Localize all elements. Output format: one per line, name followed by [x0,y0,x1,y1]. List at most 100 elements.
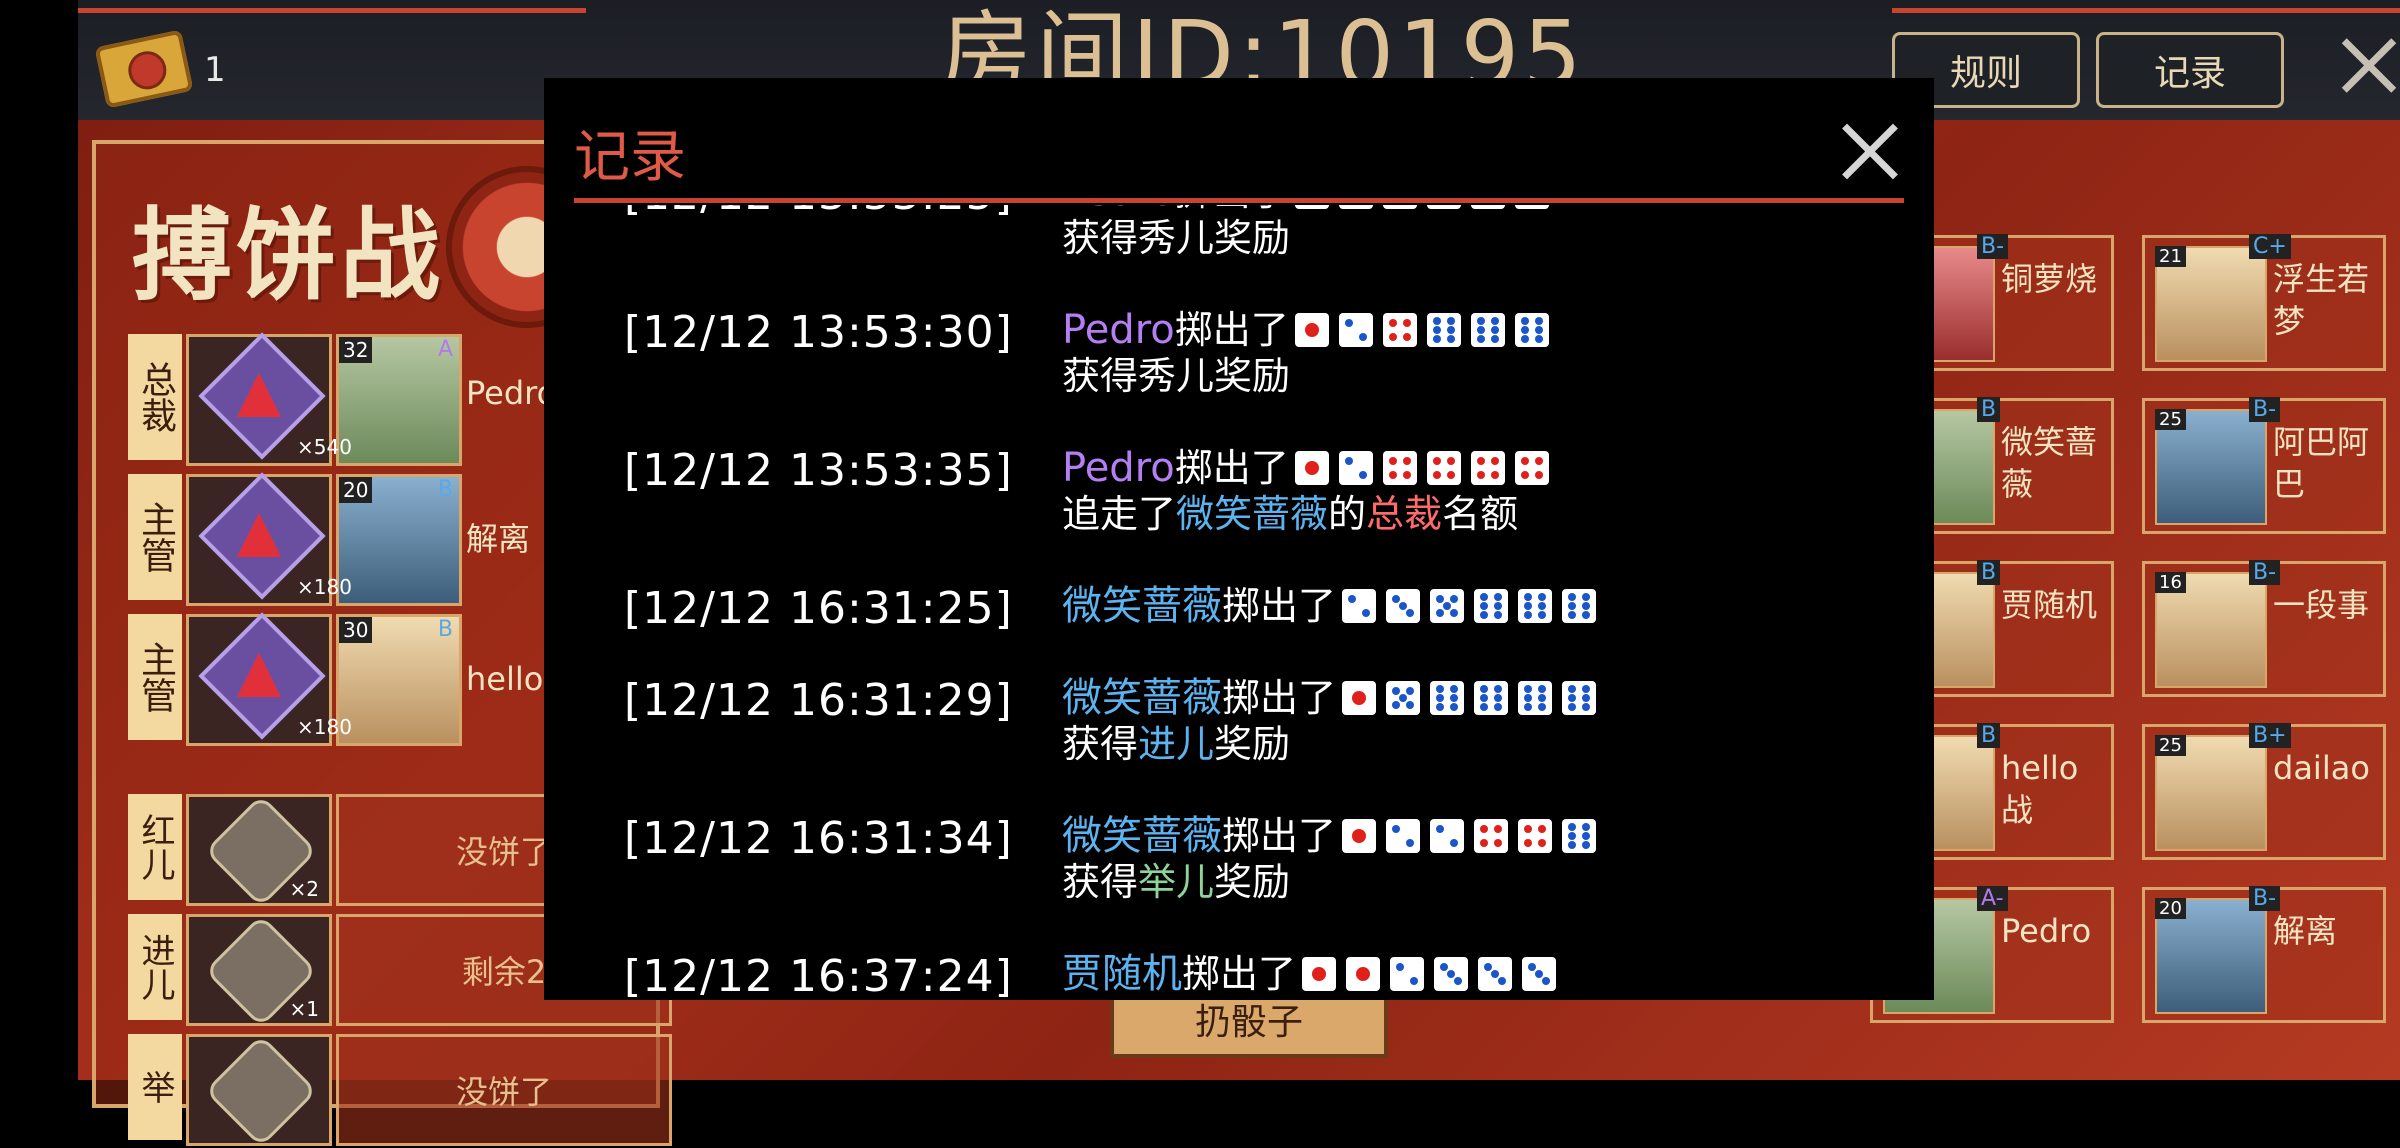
record-result-text: 获得 [1062,722,1139,766]
grade-badge: B [1977,723,2001,748]
record-roll-line: 微笑蔷薇 掷出了 [1062,583,1934,629]
record-list[interactable]: [12/12 13:53:25]Pedro掷出了获得秀儿奖励[12/12 13:… [544,205,1934,1000]
die-face-5 [1430,589,1465,623]
record-result-text: 举儿 [1138,860,1215,904]
record-time: [12/12 16:31:29] [624,675,1013,726]
grade-badge: B- [2249,397,2281,422]
grade-badge: B [437,617,453,642]
player-name: Pedro [2001,912,2092,950]
record-verb: 掷出了 [1174,446,1289,490]
dice-result [1294,451,1549,485]
dice-result [1342,681,1597,715]
die-face-1 [1294,451,1329,485]
die-face-5 [1386,681,1421,715]
die-face-1 [1346,957,1381,991]
die-face-4 [1518,819,1553,853]
gem-icon: ×180 [186,474,352,606]
record-result-text: 获得 [1062,860,1139,904]
die-face-1 [1338,205,1373,209]
level-badge: 25 [2155,409,2186,430]
record-result-text: 总裁 [1366,492,1443,536]
grade-badge: A- [1977,886,2008,911]
record-roll-line: Pedro掷出了 [1062,445,1934,491]
prize-icon [186,1034,332,1148]
record-result-line: 获得秀儿奖励 [1062,353,1934,399]
record-list-content: [12/12 13:53:25]Pedro掷出了获得秀儿奖励[12/12 13:… [544,205,1934,1000]
gem-count: ×180 [297,715,352,739]
record-result-text: 秀儿 [1138,354,1215,398]
die-face-6 [1562,681,1597,715]
player-name: 解离 [2273,912,2338,950]
die-face-1 [1342,681,1377,715]
die-face-4 [1470,451,1505,485]
prize-label: 进儿 [128,914,182,1020]
dice-result [1342,819,1597,853]
record-result-text: 的 [1328,492,1367,536]
record-entry: [12/12 13:53:25] Pedro掷出了获得秀儿奖励 [544,205,1934,261]
die-face-4 [1426,451,1461,485]
die-face-6 [1426,313,1461,347]
player-card[interactable]: 25 B+ dailao [2142,723,2386,860]
top-accent-line [78,8,586,13]
record-result-line: 追走了微笑蔷薇的总裁名额 [1062,491,1934,537]
die-face-6 [1474,681,1509,715]
ticket-count: 1 [204,50,226,90]
record-entry: [12/12 16:31:25] 微笑蔷薇 掷出了 [544,583,1934,634]
die-face-2 [1338,451,1373,485]
player-name: hello战 [2001,749,2079,829]
record-time: [12/12 16:31:34] [624,813,1013,864]
gem-count: ×540 [297,435,352,459]
die-face-2 [1342,589,1377,623]
record-actor: 微笑蔷薇 [1062,675,1222,721]
close-icon[interactable] [1834,116,1904,186]
record-result-text: 获得 [1062,354,1139,398]
die-face-4 [1382,313,1417,347]
grade-badge: B- [1977,234,2009,259]
die-face-6 [1562,589,1597,623]
record-result-line: 获得秀儿奖励 [1062,215,1934,261]
die-face-6 [1474,589,1509,623]
player-card[interactable]: 20 B- 解离 [2142,886,2386,1023]
level-badge: 20 [339,477,373,503]
close-icon[interactable] [2330,26,2400,104]
rank-label: 主管 [128,474,182,600]
rank-label: 主管 [128,614,182,740]
record-entry: [12/12 16:37:24] 贾随机 掷出了 [544,951,1934,1000]
record-verb: 掷出了 [1175,205,1289,215]
player-name: dailao [2273,749,2370,787]
top-accent-line [1892,8,2400,13]
dice-result [1302,957,1557,991]
die-face-1 [1342,819,1377,853]
record-result-text: 获得 [1062,216,1139,260]
record-actor: 贾随机 [1062,951,1182,997]
prize-count: ×2 [289,877,319,901]
die-face-6 [1470,205,1505,209]
record-result-text: 奖励 [1214,722,1291,766]
level-badge: 30 [339,617,373,643]
record-entry: [12/12 16:31:29] 微笑蔷薇 掷出了 获得进儿奖励 [544,675,1934,767]
die-face-2 [1382,205,1417,209]
avatar: 30 B [336,614,462,746]
record-verb: 掷出了 [1182,952,1297,996]
modal-title: 记录 [574,125,686,190]
record-actor: Pedro [1062,307,1175,353]
player-card[interactable]: 25 B- 阿巴阿巴 [2142,397,2386,534]
record-roll-line: 微笑蔷薇 掷出了 [1062,813,1934,859]
record-roll-line: 贾随机 掷出了 [1062,951,1934,997]
records-button[interactable]: 记录 [2096,32,2284,108]
prize-icon: ×2 [186,794,332,908]
die-face-2 [1430,819,1465,853]
grade-badge: B [1977,560,2001,585]
die-face-4 [1474,819,1509,853]
record-entry: [12/12 16:31:34] 微笑蔷薇 掷出了 获得举儿奖励 [544,813,1934,905]
player-card[interactable]: 16 B- 一段事 [2142,560,2386,697]
grade-badge: B+ [2249,723,2291,748]
record-actor: 微笑蔷薇 [1062,813,1222,859]
avatar: 32 A [336,334,462,466]
prize-count: ×1 [289,997,319,1021]
die-face-3 [1426,205,1461,209]
prize-icon: ×1 [186,914,332,1028]
player-name: 贾随机 [2001,586,2098,624]
record-result-text: 微笑蔷薇 [1176,492,1329,536]
player-card[interactable]: 21 C+ 浮生若梦 [2142,234,2386,371]
